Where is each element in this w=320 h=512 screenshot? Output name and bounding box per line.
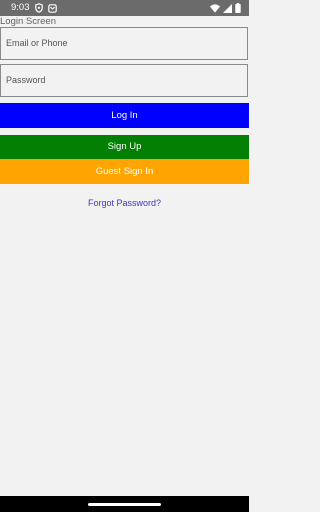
login-screen: 9:03 Login Screen Email or Phone Passwor… — [0, 0, 249, 512]
email-field[interactable]: Email or Phone — [0, 27, 248, 60]
forgot-password-link[interactable]: Forgot Password? — [0, 197, 249, 209]
screen-title: Login Screen — [0, 16, 56, 27]
battery-icon — [235, 3, 241, 13]
navigation-bar — [0, 496, 249, 512]
status-left: 9:03 — [11, 0, 57, 16]
status-right — [210, 0, 241, 16]
password-field[interactable]: Password — [0, 64, 248, 97]
signal-icon — [223, 3, 232, 13]
gmail-icon — [47, 3, 57, 13]
signup-button[interactable]: Sign Up — [0, 135, 249, 159]
guest-signin-button[interactable]: Guest Sign In — [0, 159, 249, 184]
login-button[interactable]: Log In — [0, 103, 249, 128]
wifi-icon — [210, 3, 220, 13]
home-handle[interactable] — [88, 503, 161, 506]
shield-icon — [34, 3, 43, 13]
status-bar: 9:03 — [0, 0, 249, 16]
password-placeholder: Password — [6, 75, 46, 85]
status-time: 9:03 — [11, 2, 30, 13]
email-placeholder: Email or Phone — [6, 38, 68, 48]
